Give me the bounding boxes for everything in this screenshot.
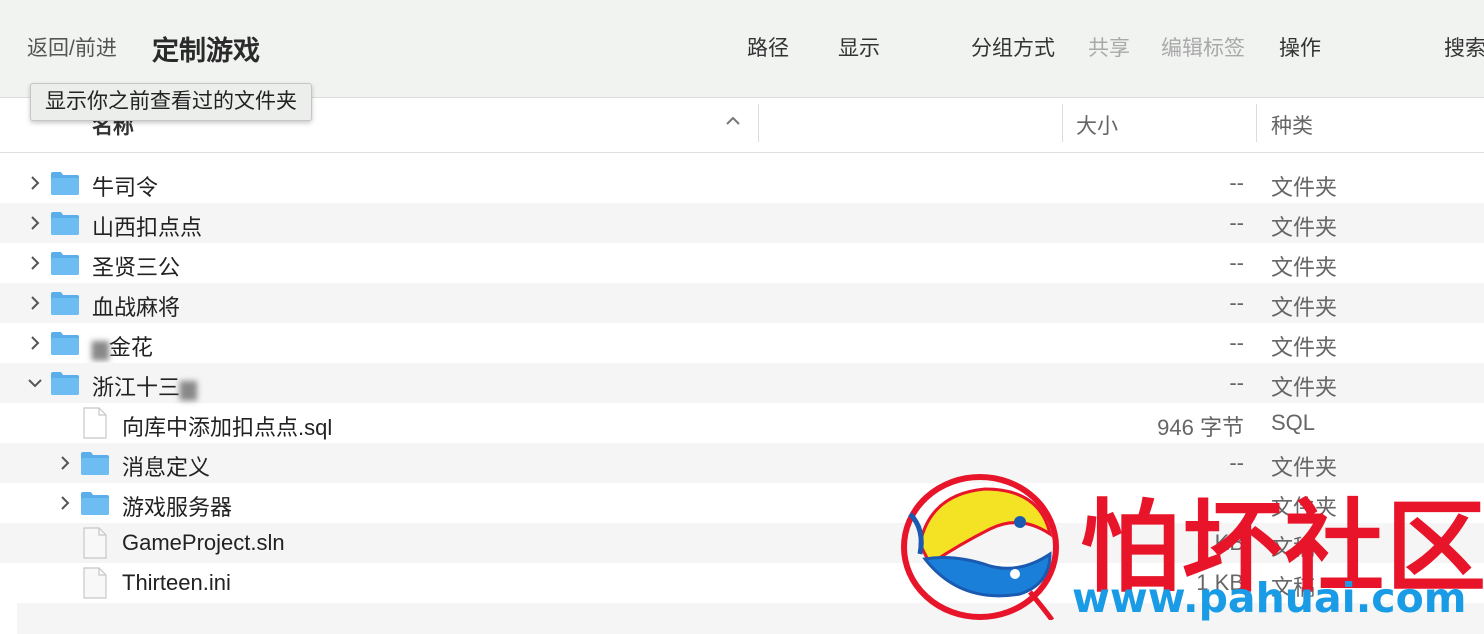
document-icon xyxy=(83,527,107,559)
folder-icon xyxy=(51,212,79,235)
search-button[interactable]: 搜索 xyxy=(1444,32,1484,62)
file-size: -- xyxy=(1229,290,1244,315)
file-name: GameProject.sln xyxy=(122,530,285,555)
file-name: 消息定义 xyxy=(122,455,211,480)
chevron-right-icon[interactable] xyxy=(26,334,44,352)
file-kind: 文件夹 xyxy=(1271,335,1338,360)
column-divider[interactable] xyxy=(1062,104,1063,142)
list-item[interactable]: 圣贤三公 -- 文件夹 xyxy=(0,243,1484,283)
file-name: 向库中添加扣点点.sql xyxy=(122,415,333,440)
view-button[interactable]: 显示 xyxy=(838,32,880,62)
watermark-url: www.pahuai.com xyxy=(1072,574,1467,622)
column-divider[interactable] xyxy=(1256,104,1257,142)
file-name: 浙江十三▆ xyxy=(92,375,197,400)
watermark-fish-logo-icon xyxy=(901,474,1059,620)
folder-icon xyxy=(81,452,109,475)
folder-icon xyxy=(51,252,79,275)
file-name: 圣贤三公 xyxy=(92,255,181,280)
list-item[interactable]: ▆金花 -- 文件夹 xyxy=(0,323,1484,363)
file-name: Thirteen.ini xyxy=(122,570,231,595)
blurred-text: ▆ xyxy=(180,375,197,400)
blurred-text: ▆ xyxy=(92,335,109,360)
file-size: -- xyxy=(1229,370,1244,395)
file-kind: SQL xyxy=(1271,410,1316,435)
group-by-button[interactable]: 分组方式 xyxy=(971,32,1055,62)
chevron-right-icon[interactable] xyxy=(26,214,44,232)
file-kind: 文件夹 xyxy=(1271,215,1338,240)
chevron-right-icon[interactable] xyxy=(26,174,44,192)
file-size: -- xyxy=(1229,330,1244,355)
file-name: 游戏服务器 xyxy=(122,495,233,520)
list-item[interactable]: 向库中添加扣点点.sql 946 字节 SQL xyxy=(0,403,1484,443)
folder-icon xyxy=(51,372,79,395)
edit-tags-button[interactable]: 编辑标签 xyxy=(1161,32,1245,62)
list-item[interactable]: 血战麻将 -- 文件夹 xyxy=(0,283,1484,323)
file-kind: 文件夹 xyxy=(1271,175,1338,200)
chevron-down-icon[interactable] xyxy=(26,374,44,392)
file-size: 946 字节 xyxy=(1157,415,1244,440)
file-name: 血战麻将 xyxy=(92,295,181,320)
file-kind: 文件夹 xyxy=(1271,295,1338,320)
file-size: -- xyxy=(1229,250,1244,275)
folder-icon xyxy=(51,332,79,355)
chevron-right-icon[interactable] xyxy=(26,294,44,312)
back-forward-button[interactable]: 返回/前进 xyxy=(27,32,117,62)
path-button[interactable]: 路径 xyxy=(747,32,789,62)
sort-ascending-icon[interactable] xyxy=(723,111,743,131)
tooltip: 显示你之前查看过的文件夹 xyxy=(30,83,312,121)
file-name: 山西扣点点 xyxy=(92,215,203,240)
file-size: -- xyxy=(1229,170,1244,195)
document-icon xyxy=(83,567,107,599)
window-title: 定制游戏 xyxy=(152,36,260,66)
list-item[interactable]: 浙江十三▆ -- 文件夹 xyxy=(0,363,1484,403)
document-icon xyxy=(83,407,107,439)
folder-icon xyxy=(51,292,79,315)
column-divider[interactable] xyxy=(758,104,759,142)
list-item[interactable]: 牛司令 -- 文件夹 xyxy=(0,163,1484,203)
action-button[interactable]: 操作 xyxy=(1279,32,1321,62)
file-size: -- xyxy=(1229,210,1244,235)
file-name: 牛司令 xyxy=(92,175,159,200)
file-kind: 文件夹 xyxy=(1271,375,1338,400)
folder-icon xyxy=(81,492,109,515)
file-name: ▆金花 xyxy=(92,335,153,360)
file-kind: 文件夹 xyxy=(1271,255,1338,280)
column-kind-header[interactable]: 种类 xyxy=(1271,110,1313,140)
list-item[interactable]: 山西扣点点 -- 文件夹 xyxy=(0,203,1484,243)
folder-icon xyxy=(51,172,79,195)
chevron-right-icon[interactable] xyxy=(26,254,44,272)
column-size-header[interactable]: 大小 xyxy=(1076,110,1118,140)
chevron-right-icon[interactable] xyxy=(56,494,74,512)
share-button[interactable]: 共享 xyxy=(1088,32,1130,62)
chevron-right-icon[interactable] xyxy=(56,454,74,472)
